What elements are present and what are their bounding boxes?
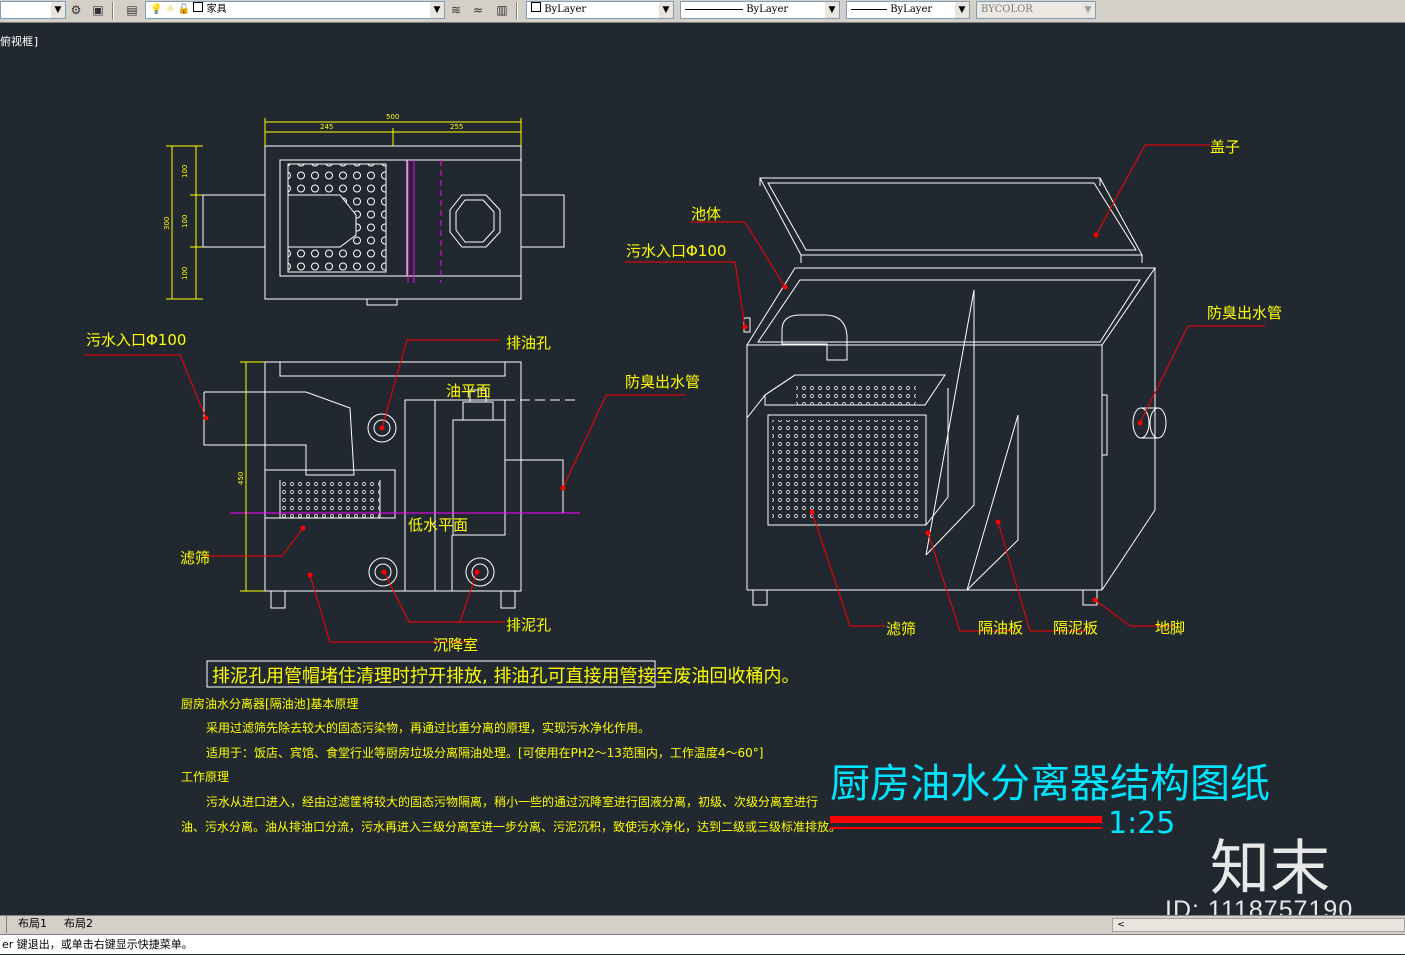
- dim-v1: 100: [181, 165, 189, 178]
- baffle-label: 隔油板: [978, 619, 1023, 637]
- boxed-note: 排泥孔用管帽堵住清理时拧开排放, 排油孔可直接用管接至废油回收桶内。: [212, 666, 799, 687]
- tab-layout1[interactable]: 布局1: [14, 916, 51, 933]
- layer-dropdown[interactable]: 💡 ☼ 🔓 家具 ▼: [145, 1, 445, 19]
- chevron-down-icon: ▼: [1081, 2, 1095, 18]
- lineweight-sample: [851, 9, 887, 10]
- chevron-down-icon: ▼: [659, 2, 673, 18]
- section-outlet-label: 防臭出水管: [625, 373, 700, 391]
- plan-view: [202, 145, 565, 306]
- oil-hole-label: 排油孔: [506, 334, 551, 352]
- save-workspace-icon[interactable]: ▣: [90, 2, 106, 18]
- linetype-value: ByLayer: [746, 4, 789, 15]
- chevron-down-icon: ▼: [955, 2, 969, 18]
- dim-left: 245: [320, 123, 333, 131]
- sun-icon: ☼: [165, 4, 175, 15]
- chevron-down-icon: ▼: [51, 2, 65, 18]
- viewport-label[interactable]: 俯视框]: [0, 33, 40, 49]
- section-inlet-label: 污水入口Φ100: [86, 331, 186, 349]
- layer-color-swatch: [193, 2, 204, 12]
- plotstyle-dropdown: BYCOLOR ▼: [976, 1, 1096, 19]
- oil-level-label: 油平面: [446, 382, 491, 400]
- model-tab[interactable]: [0, 916, 7, 933]
- make-current-layer-icon[interactable]: ≋: [448, 2, 464, 18]
- layer-state-icon[interactable]: ▥: [494, 2, 510, 18]
- lid-label: 盖子: [1210, 138, 1240, 156]
- chevron-down-icon: ▼: [825, 2, 839, 18]
- layer-manager-icon[interactable]: ▤: [124, 2, 140, 18]
- section-view: [203, 361, 579, 609]
- section-leaders: [84, 339, 685, 643]
- iso-inlet-label: 污水入口Φ100: [626, 242, 726, 260]
- notes-heading-1: 厨房油水分离器[隔油池]基本原理: [181, 696, 358, 711]
- dim-right: 255: [450, 123, 463, 131]
- toolbar-separator: [112, 2, 114, 20]
- plotstyle-value: BYCOLOR: [981, 4, 1033, 15]
- low-water-label: 低水平面: [408, 516, 468, 534]
- color-value: ByLayer: [544, 4, 587, 15]
- drawing-title: 厨房油水分离器结构图纸: [830, 761, 1270, 807]
- tank-label: 池体: [691, 205, 721, 223]
- layer-previous-icon[interactable]: ≈: [470, 2, 486, 18]
- linetype-sample: [685, 9, 743, 10]
- color-dropdown[interactable]: ByLayer ▼: [526, 1, 674, 19]
- lightbulb-icon: 💡: [150, 4, 163, 15]
- tab-layout2[interactable]: 布局2: [60, 916, 97, 933]
- isometric-view: [743, 177, 1167, 606]
- foot-label: 地脚: [1155, 619, 1185, 637]
- settling-label: 沉降室: [433, 636, 478, 654]
- notes-para-1: 采用过滤筛先除去较大的固态污染物，再通过比重分离的原理，实现污水净化作用。: [206, 720, 650, 735]
- layer-name: 家具: [206, 4, 227, 15]
- notes-para-2: 适用于：饭店、宾馆、食堂行业等厨房垃圾分离隔油处理。[可使用在PH2～13范围内…: [206, 745, 763, 760]
- notes-para-3: 污水从进口进入，经由过滤筐将较大的固态污物隔离，稍小一些的通过沉降室进行固液分离…: [206, 794, 818, 809]
- drawing-scale: 1:25: [1108, 806, 1175, 841]
- sludge-hole-label: 排泥孔: [506, 616, 551, 634]
- notes-para-4: 油、污水分离。油从排油口分流，污水再进入三级分离室进一步分离、污泥沉积，致使污水…: [181, 819, 841, 834]
- dim-v3: 100: [181, 267, 189, 280]
- command-line[interactable]: er 键退出，或单击右键显示快捷菜单。: [0, 934, 1405, 954]
- lineweight-dropdown[interactable]: ByLayer ▼: [846, 1, 970, 19]
- dim-height: 450: [237, 472, 245, 485]
- color-swatch: [531, 2, 541, 12]
- notes-heading-2: 工作原理: [181, 770, 229, 784]
- section-filter-label: 滤筛: [180, 549, 210, 567]
- workspace-dropdown[interactable]: ▼: [0, 1, 66, 19]
- iso-outlet-label: 防臭出水管: [1207, 304, 1282, 322]
- chevron-down-icon: ▼: [430, 2, 444, 18]
- drawing-canvas[interactable]: 500 245 255 100 100 100 300 450 污水入口Φ100…: [0, 22, 1405, 915]
- scroll-left-icon[interactable]: <: [1113, 919, 1129, 931]
- lock-icon: 🔓: [177, 4, 191, 15]
- gear-icon[interactable]: ⚙: [68, 2, 84, 18]
- title-underline-thick: [830, 816, 1102, 823]
- horizontal-scrollbar[interactable]: <: [1112, 918, 1405, 932]
- properties-toolbar: ▼ ⚙ ▣ ▤ 💡 ☼ 🔓 家具 ▼ ≋ ≈ ▥ ByLayer ▼ ByLay…: [0, 0, 1405, 23]
- layout-tabs-bar: 布局1 布局2 <: [0, 915, 1405, 934]
- dim-v2: 100: [181, 215, 189, 228]
- dim-total: 500: [386, 113, 399, 121]
- iso-filter-label: 滤筛: [886, 620, 916, 638]
- dim-vtotal: 300: [163, 217, 171, 230]
- linetype-dropdown[interactable]: ByLayer ▼: [680, 1, 840, 19]
- toolbar-separator: [516, 2, 518, 20]
- lineweight-value: ByLayer: [890, 4, 933, 15]
- watermark-logo: 知末: [1210, 834, 1330, 904]
- sludge-plate-label: 隔泥板: [1053, 619, 1098, 637]
